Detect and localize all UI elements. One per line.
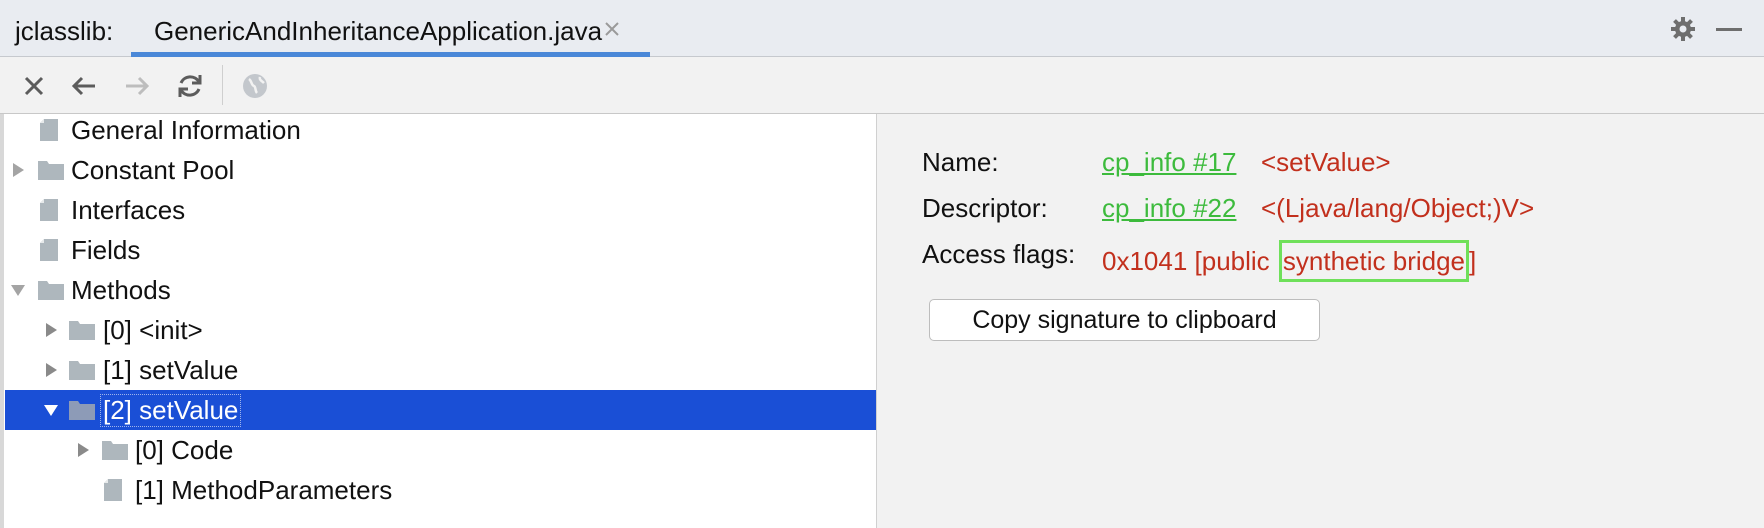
name-label: Name:: [922, 147, 999, 177]
title-bar: jclasslib: GenericAndInheritanceApplicat…: [0, 0, 1764, 57]
tree-row[interactable]: Fields: [5, 230, 876, 270]
tree-item-label[interactable]: [1] MethodParameters: [135, 475, 392, 506]
tree-item-label[interactable]: [0] Code: [135, 435, 233, 466]
toolbar: [0, 57, 1764, 114]
tree-item-label[interactable]: Fields: [71, 235, 140, 266]
forward-arrow-icon[interactable]: [122, 71, 152, 101]
name-cp-link[interactable]: cp_info #17: [1102, 147, 1236, 178]
app-label: jclasslib:: [15, 16, 114, 46]
file-icon: [37, 118, 65, 142]
tree-row[interactable]: Constant Pool: [5, 150, 876, 190]
descriptor-label: Descriptor:: [922, 193, 1048, 223]
tree-row[interactable]: General Information: [5, 114, 876, 150]
file-icon: [37, 198, 65, 222]
copy-signature-button[interactable]: Copy signature to clipboard: [929, 299, 1320, 341]
tree-row[interactable]: [1] MethodParameters: [5, 470, 876, 510]
tree-item-label[interactable]: Methods: [71, 275, 171, 306]
close-icon[interactable]: [601, 18, 623, 40]
file-icon: [37, 238, 65, 262]
chevron-right-icon[interactable]: [75, 442, 91, 458]
file-icon: [101, 478, 129, 502]
tree-row[interactable]: [1] setValue: [5, 350, 876, 390]
class-structure-tree: General Information Constant Pool Interfac…: [5, 114, 876, 528]
minimize-icon[interactable]: [1712, 14, 1748, 44]
tree-item-label[interactable]: [1] setValue: [103, 355, 238, 386]
gear-icon[interactable]: [1668, 14, 1698, 44]
name-value: <setValue>: [1261, 147, 1391, 177]
tree-item-label[interactable]: [2] setValue: [99, 394, 242, 427]
back-arrow-icon[interactable]: [69, 71, 99, 101]
access-flags-value: 0x1041 [public synthetic bridge]: [1102, 240, 1476, 282]
folder-icon: [37, 158, 65, 182]
tree-row[interactable]: [0] Code: [5, 430, 876, 470]
access-flags-highlight: synthetic bridge: [1278, 240, 1470, 282]
access-flags-suffix: ]: [1469, 246, 1477, 276]
refresh-icon[interactable]: [175, 71, 205, 101]
folder-icon: [68, 358, 96, 382]
tree-item-label[interactable]: Constant Pool: [71, 155, 234, 186]
chevron-down-icon[interactable]: [10, 282, 26, 298]
chevron-down-icon[interactable]: [43, 402, 59, 418]
tree-row[interactable]: [2] setValue: [5, 390, 876, 430]
chevron-right-icon[interactable]: [10, 162, 26, 178]
tree-row[interactable]: Interfaces: [5, 190, 876, 230]
folder-icon: [68, 318, 96, 342]
chevron-right-icon[interactable]: [43, 362, 59, 378]
access-flags-prefix: 0x1041 [public: [1102, 246, 1277, 276]
tree-row[interactable]: Methods: [5, 270, 876, 310]
tab-label[interactable]: GenericAndInheritanceApplication.java: [154, 16, 602, 47]
descriptor-cp-link[interactable]: cp_info #22: [1102, 193, 1236, 224]
tree-item-label[interactable]: General Information: [71, 115, 301, 146]
tree-edge: [0, 114, 4, 528]
close-icon[interactable]: [19, 71, 49, 101]
chevron-right-icon[interactable]: [43, 322, 59, 338]
tree-item-label[interactable]: [0] <init>: [103, 315, 203, 346]
globe-icon[interactable]: [240, 71, 270, 101]
folder-icon: [101, 438, 129, 462]
tree-row[interactable]: [0] <init>: [5, 310, 876, 350]
descriptor-value: <(Ljava/lang/Object;)V>: [1261, 193, 1535, 223]
folder-icon: [68, 398, 96, 422]
toolbar-separator: [222, 65, 223, 105]
access-flags-label: Access flags:: [922, 239, 1076, 269]
detail-panel: Name: cp_info #17 <setValue> Descriptor:…: [876, 114, 1764, 528]
tab-class-file[interactable]: GenericAndInheritanceApplication.java: [131, 0, 650, 57]
tree-item-label[interactable]: Interfaces: [71, 195, 185, 226]
folder-icon: [37, 278, 65, 302]
